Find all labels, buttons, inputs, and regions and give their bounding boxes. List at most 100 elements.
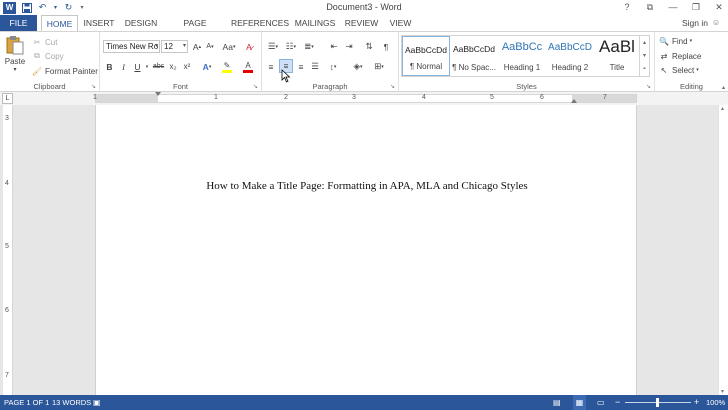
tab-mailings[interactable]: MAILINGS [293,15,337,31]
close-button[interactable]: ✕ [714,1,724,13]
style-heading-2[interactable]: AaBbCcD Heading 2 [546,36,594,76]
cut-button[interactable]: ✂ Cut [32,37,58,47]
help-button[interactable]: ? [622,1,632,13]
gallery-up-icon[interactable]: ▴ [643,39,646,46]
ruler-number: 1 [214,94,218,101]
shading-button[interactable]: ◈ ▾ [349,60,367,73]
align-left-button[interactable]: ≡ [265,60,277,73]
tab-page-layout[interactable]: PAGE LAYOUT [166,15,224,44]
replace-button[interactable]: ⇄ Replace [659,51,702,61]
collapse-ribbon-icon[interactable]: ▴ [722,84,725,91]
scroll-down-icon[interactable]: ▾ [721,388,724,395]
align-right-button[interactable]: ≡ [295,60,307,73]
tab-references[interactable]: REFERENCES [231,15,289,31]
page-count[interactable]: PAGE 1 OF 1 [4,395,49,410]
style-no-spacing[interactable]: AaBbCcDd ¶ No Spac... [450,36,498,76]
ruler-number: 7 [5,372,9,379]
underline-dropdown-icon[interactable]: ▾ [144,60,150,73]
proofing-icon[interactable]: ▣ [93,395,101,410]
style-heading-1[interactable]: AaBbCc Heading 1 [498,36,546,76]
font-name-combo[interactable]: Times New Ro ▾ [103,40,160,53]
zoom-slider-thumb[interactable] [656,398,659,407]
minimize-button[interactable]: — [668,1,678,13]
font-size-value: 12 [164,42,173,51]
restore-button[interactable]: ❐ [691,1,701,13]
sort-button[interactable]: ⇅ [363,40,375,53]
tab-selector[interactable]: L [2,93,13,104]
superscript-button[interactable]: x² [181,60,193,73]
justify-button[interactable]: ☰ [309,60,321,73]
editing-group: 🔍 Find ▾ ⇄ Replace ↖ Select ▾ Editing ▴ [655,32,728,92]
tab-view[interactable]: VIEW [387,15,414,31]
print-layout-icon[interactable]: ▦ [573,395,586,410]
ruler-number: 2 [284,94,288,101]
highlight-button[interactable]: ✎ [218,60,236,73]
zoom-out-icon[interactable]: − [615,395,620,410]
select-button[interactable]: ↖ Select ▾ [659,65,699,75]
read-mode-icon[interactable]: ▤ [553,395,561,410]
bold-button[interactable]: B [104,60,115,73]
change-case-button[interactable]: Aa ▾ [220,40,238,53]
tab-review[interactable]: REVIEW [343,15,380,31]
shrink-font-button[interactable]: A ▾ [204,40,216,53]
format-painter-button[interactable]: 🖌 Format Painter [32,66,98,76]
font-size-combo[interactable]: 12 ▾ [161,40,188,53]
line-spacing-button[interactable]: ↕ ▾ [325,60,341,73]
vertical-ruler[interactable]: 3 4 5 6 7 [3,105,13,395]
numbering-button[interactable]: ☷ ▾ [283,40,299,53]
font-launcher-icon[interactable]: ↘ [253,83,258,90]
account-icon[interactable]: ☺ [712,18,723,28]
zoom-level[interactable]: 100% [706,395,725,410]
zoom-slider[interactable] [625,398,691,407]
document-page[interactable]: How to Make a Title Page: Formatting in … [95,105,637,395]
grow-font-button[interactable]: A ▴ [191,40,203,53]
web-layout-icon[interactable]: ▭ [597,395,605,410]
ruler-number: 1 [93,94,97,101]
strikethrough-button[interactable]: abc [152,60,165,73]
tab-insert[interactable]: INSERT [81,15,117,31]
sign-in-link[interactable]: Sign in [682,15,708,31]
scroll-up-icon[interactable]: ▴ [721,105,724,112]
multilevel-list-button[interactable]: ≣ ▾ [301,40,317,53]
find-icon: 🔍 [659,36,669,46]
style-title[interactable]: AaBl Title [594,36,640,76]
horizontal-ruler[interactable]: 1 1 2 3 4 5 6 7 [93,92,637,103]
text-effects-button[interactable]: A ▾ [199,60,215,73]
gallery-more-icon[interactable]: ⩡ [643,66,646,73]
style-normal[interactable]: AaBbCcDd ¶ Normal [402,36,450,76]
multilevel-list-icon: ≣ [304,41,312,51]
tab-design[interactable]: DESIGN [121,15,161,31]
italic-button[interactable]: I [118,60,129,73]
ribbon-display-options-button[interactable]: ⧉ [645,1,655,13]
subscript-button[interactable]: x₂ [167,60,179,73]
clipboard-launcher-icon[interactable]: ↘ [91,83,96,90]
styles-launcher-icon[interactable]: ↘ [646,83,651,90]
clear-formatting-button[interactable]: A̷ [243,40,255,53]
replace-label: Replace [672,51,702,61]
replace-icon: ⇄ [660,51,668,61]
font-color-button[interactable]: A [239,60,257,73]
tab-file[interactable]: FILE [0,15,37,31]
style-normal-preview: AaBbCcDd [404,45,448,55]
zoom-in-icon[interactable]: + [694,395,699,410]
vertical-scrollbar[interactable]: ▴ ▾ [718,105,728,395]
gallery-down-icon[interactable]: ▾ [643,52,646,59]
document-title-text[interactable]: How to Make a Title Page: Formatting in … [96,180,638,192]
tab-home[interactable]: HOME [41,15,78,32]
copy-button[interactable]: ⧉ Copy [32,51,64,61]
right-indent-marker[interactable] [571,99,577,103]
clipboard-group: Paste ▾ ✂ Cut ⧉ Copy 🖌 Format Painter Cl… [0,32,100,92]
decrease-indent-button[interactable]: ⇤ [328,40,340,53]
font-color-bar [243,69,253,73]
word-count[interactable]: 13 WORDS [52,395,91,410]
paste-button[interactable]: Paste ▾ [4,35,26,73]
find-button[interactable]: 🔍 Find ▾ [659,36,692,46]
paragraph-group-label: Paragraph [312,82,348,91]
show-marks-button[interactable]: ¶ [380,40,392,53]
paragraph-launcher-icon[interactable]: ↘ [390,83,395,90]
bullets-button[interactable]: ☰ ▾ [265,40,281,53]
first-line-indent-marker[interactable] [155,92,161,96]
underline-button[interactable]: U [132,60,143,73]
borders-button[interactable]: ⊞ ▾ [370,60,388,73]
increase-indent-button[interactable]: ⇥ [343,40,355,53]
